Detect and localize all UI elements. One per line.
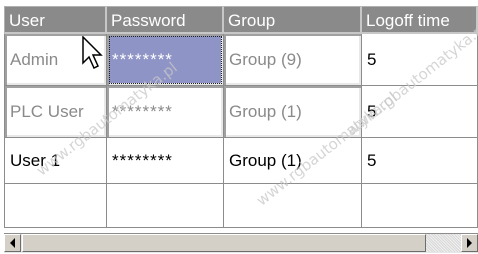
arrow-left-icon: [10, 238, 15, 248]
cell-logoff-time[interactable]: 5: [362, 86, 478, 138]
table-row: User 1 ******** Group (1) 5: [4, 138, 478, 184]
cell-user[interactable]: [4, 184, 107, 228]
cell-password[interactable]: ********: [107, 86, 224, 138]
column-header-user[interactable]: User: [4, 6, 107, 34]
horizontal-scrollbar[interactable]: [4, 233, 478, 253]
cell-group[interactable]: Group (1): [224, 86, 362, 138]
cell-logoff-time[interactable]: [362, 184, 478, 228]
cell-user[interactable]: User 1: [4, 138, 107, 184]
cell-user[interactable]: PLC User: [4, 86, 107, 138]
table-header: User Password Group Logoff time: [4, 6, 478, 34]
column-header-password[interactable]: Password: [107, 6, 224, 34]
cell-logoff-time[interactable]: 5: [362, 34, 478, 86]
scroll-left-button[interactable]: [4, 234, 21, 252]
cell-logoff-time[interactable]: 5: [362, 138, 478, 184]
cell-password[interactable]: [107, 184, 224, 228]
cell-group[interactable]: [224, 184, 362, 228]
table-row: PLC User ******** Group (1) 5: [4, 86, 478, 138]
arrow-right-icon: [467, 238, 472, 248]
cell-password[interactable]: ********: [107, 138, 224, 184]
cell-group[interactable]: Group (1): [224, 138, 362, 184]
column-header-logoff-time[interactable]: Logoff time: [362, 6, 478, 34]
scroll-right-button[interactable]: [461, 234, 478, 252]
scrollbar-track[interactable]: [426, 234, 461, 252]
cell-password[interactable]: ********: [107, 34, 224, 86]
column-header-group[interactable]: Group: [224, 6, 362, 34]
table-row: Admin ******** Group (9) 5: [4, 34, 478, 86]
scrollbar-thumb[interactable]: [22, 234, 426, 252]
table-row: [4, 184, 478, 228]
cell-group[interactable]: Group (9): [224, 34, 362, 86]
arrow-cursor-icon: [82, 36, 103, 70]
